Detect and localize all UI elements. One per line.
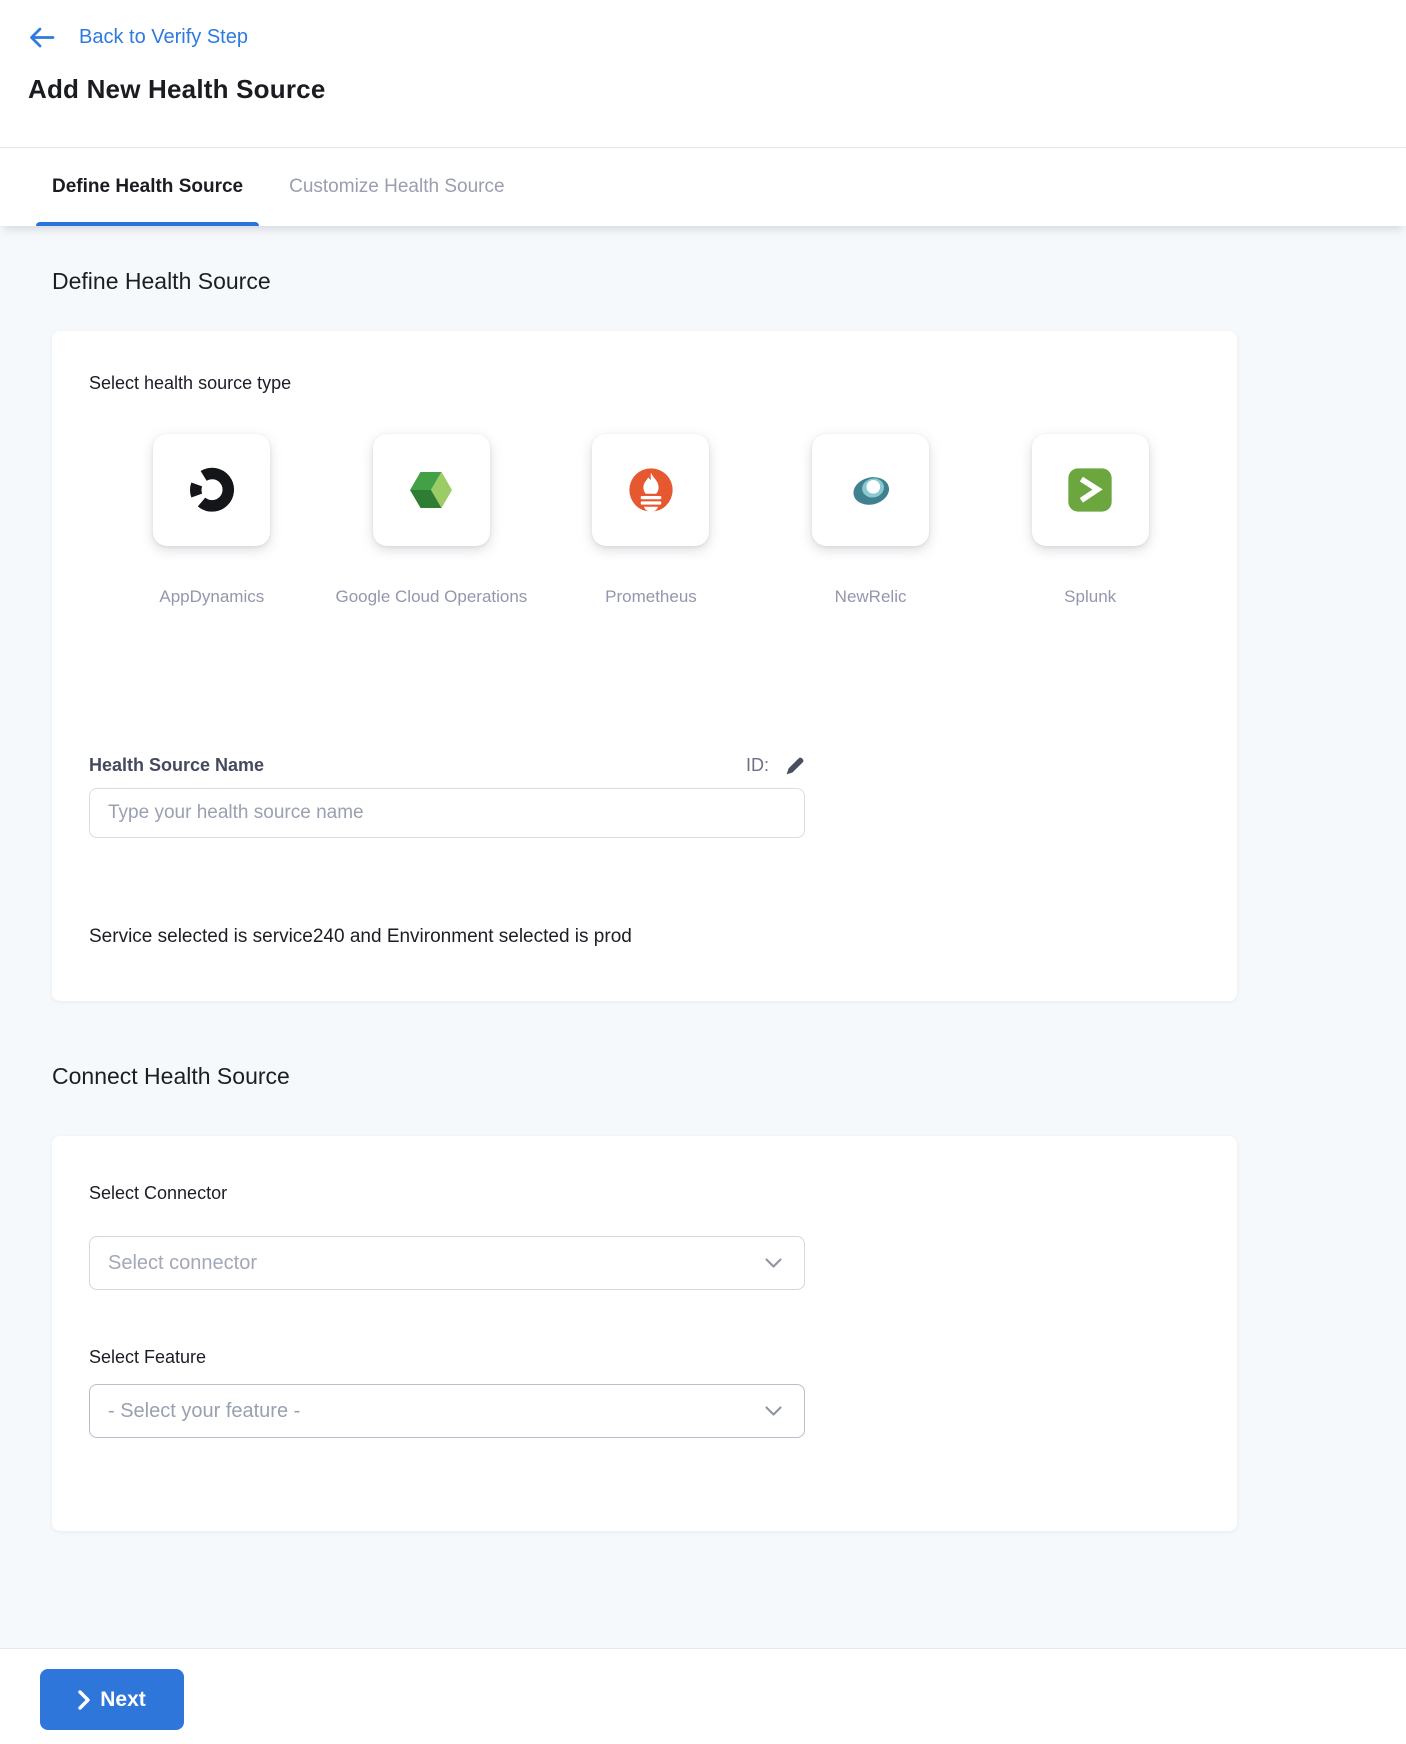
- source-type-list: AppDynamics Google Cloud Operations: [102, 434, 1200, 607]
- prometheus-label: Prometheus: [605, 587, 697, 607]
- back-link-label: Back to Verify Step: [79, 26, 248, 49]
- splunk-icon: [1064, 464, 1116, 516]
- page-header: Back to Verify Step Add New Health Sourc…: [0, 0, 1406, 148]
- prometheus-icon: [625, 464, 677, 516]
- connect-section-heading: Connect Health Source: [52, 1001, 1406, 1090]
- source-type-appdynamics: AppDynamics: [102, 434, 322, 607]
- connector-select[interactable]: Select connector: [89, 1236, 805, 1290]
- back-arrow-icon: [28, 26, 55, 49]
- newrelic-icon: [845, 466, 897, 514]
- select-feature-label: Select Feature: [89, 1347, 1200, 1368]
- footer-bar: Next: [0, 1648, 1406, 1744]
- health-source-name-label: Health Source Name: [89, 755, 264, 776]
- feature-select-placeholder: - Select your feature -: [108, 1400, 300, 1423]
- splunk-card[interactable]: [1032, 434, 1149, 546]
- edit-id-pencil-icon[interactable]: [785, 756, 805, 776]
- source-type-prometheus: Prometheus: [541, 434, 761, 607]
- appdynamics-icon: [189, 467, 235, 513]
- chevron-right-icon: [78, 1690, 90, 1710]
- chevron-down-icon: [765, 1406, 782, 1417]
- newrelic-label: NewRelic: [835, 587, 907, 607]
- connector-select-placeholder: Select connector: [108, 1252, 257, 1275]
- source-type-splunk: Splunk: [980, 434, 1200, 607]
- source-type-newrelic: NewRelic: [761, 434, 981, 607]
- active-tab-indicator: [36, 222, 259, 226]
- google-cloud-operations-card[interactable]: [373, 434, 490, 546]
- chevron-down-icon: [765, 1258, 782, 1269]
- google-cloud-operations-label: Google Cloud Operations: [335, 587, 527, 607]
- next-button-label: Next: [100, 1688, 146, 1712]
- select-type-label: Select health source type: [89, 373, 1200, 394]
- next-button[interactable]: Next: [40, 1669, 184, 1730]
- feature-select[interactable]: - Select your feature -: [89, 1384, 805, 1438]
- appdynamics-label: AppDynamics: [159, 587, 264, 607]
- define-section-heading: Define Health Source: [52, 226, 1406, 295]
- define-health-source-panel: Select health source type AppDynamics: [52, 331, 1237, 1001]
- connect-health-source-panel: Select Connector Select connector Select…: [52, 1136, 1237, 1531]
- back-link[interactable]: Back to Verify Step: [28, 22, 1378, 52]
- tab-define-health-source[interactable]: Define Health Source: [52, 148, 243, 226]
- newrelic-card[interactable]: [812, 434, 929, 546]
- source-type-google-cloud-operations: Google Cloud Operations: [322, 434, 542, 607]
- health-source-name-row: Health Source Name ID:: [89, 755, 805, 776]
- main-content: Define Health Source Select health sourc…: [0, 226, 1406, 1648]
- prometheus-card[interactable]: [592, 434, 709, 546]
- select-connector-label: Select Connector: [89, 1183, 1200, 1204]
- splunk-label: Splunk: [1064, 587, 1116, 607]
- page-title: Add New Health Source: [28, 74, 1378, 105]
- tab-bar: Define Health Source Customize Health So…: [0, 148, 1406, 226]
- service-environment-note: Service selected is service240 and Envir…: [89, 926, 1200, 948]
- tab-customize-health-source[interactable]: Customize Health Source: [289, 148, 504, 226]
- id-label: ID:: [746, 755, 769, 776]
- google-cloud-operations-icon: [406, 466, 456, 514]
- appdynamics-card[interactable]: [153, 434, 270, 546]
- health-source-name-input[interactable]: [89, 788, 805, 838]
